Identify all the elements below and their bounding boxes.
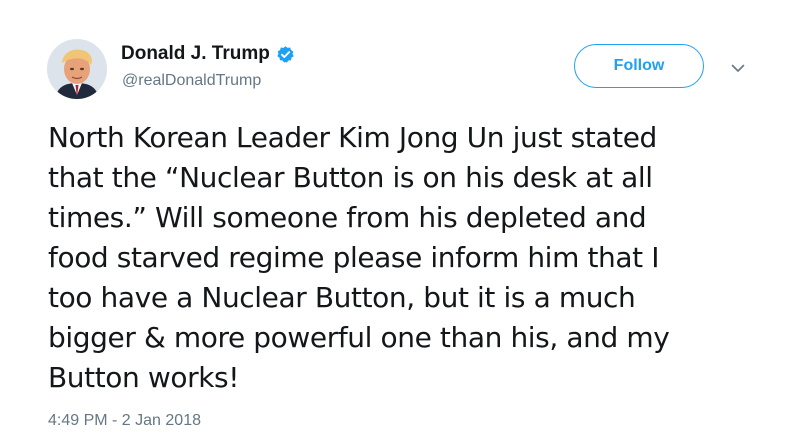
chevron-down-icon	[731, 64, 745, 73]
tweet-text-line: Button works!	[48, 361, 240, 394]
tweet-card: Donald J. Trump @realDonaldTrump Follow …	[0, 0, 796, 448]
author-handle[interactable]: @realDonaldTrump	[122, 72, 261, 90]
author-name-row[interactable]: Donald J. Trump	[121, 42, 295, 66]
tweet-text: North Korean Leader Kim Jong Un just sta…	[48, 118, 778, 398]
verified-badge-icon	[276, 45, 295, 64]
tweet-text-line: North Korean Leader Kim Jong Un just sta…	[48, 121, 657, 154]
more-options-button[interactable]	[728, 60, 748, 76]
tweet-text-line: bigger & more powerful one than his, and…	[48, 321, 670, 354]
tweet-text-line: food starved regime please inform him th…	[48, 241, 660, 274]
avatar[interactable]	[47, 39, 107, 99]
tweet-text-line: times.” Will someone from his depleted a…	[48, 201, 647, 234]
tweet-timestamp[interactable]: 4:49 PM - 2 Jan 2018	[48, 412, 201, 430]
tweet-text-line: that the “Nuclear Button is on his desk …	[48, 161, 653, 194]
follow-button[interactable]: Follow	[574, 44, 704, 88]
tweet-text-line: too have a Nuclear Button, but it is a m…	[48, 281, 636, 314]
display-name[interactable]: Donald J. Trump	[121, 43, 270, 65]
